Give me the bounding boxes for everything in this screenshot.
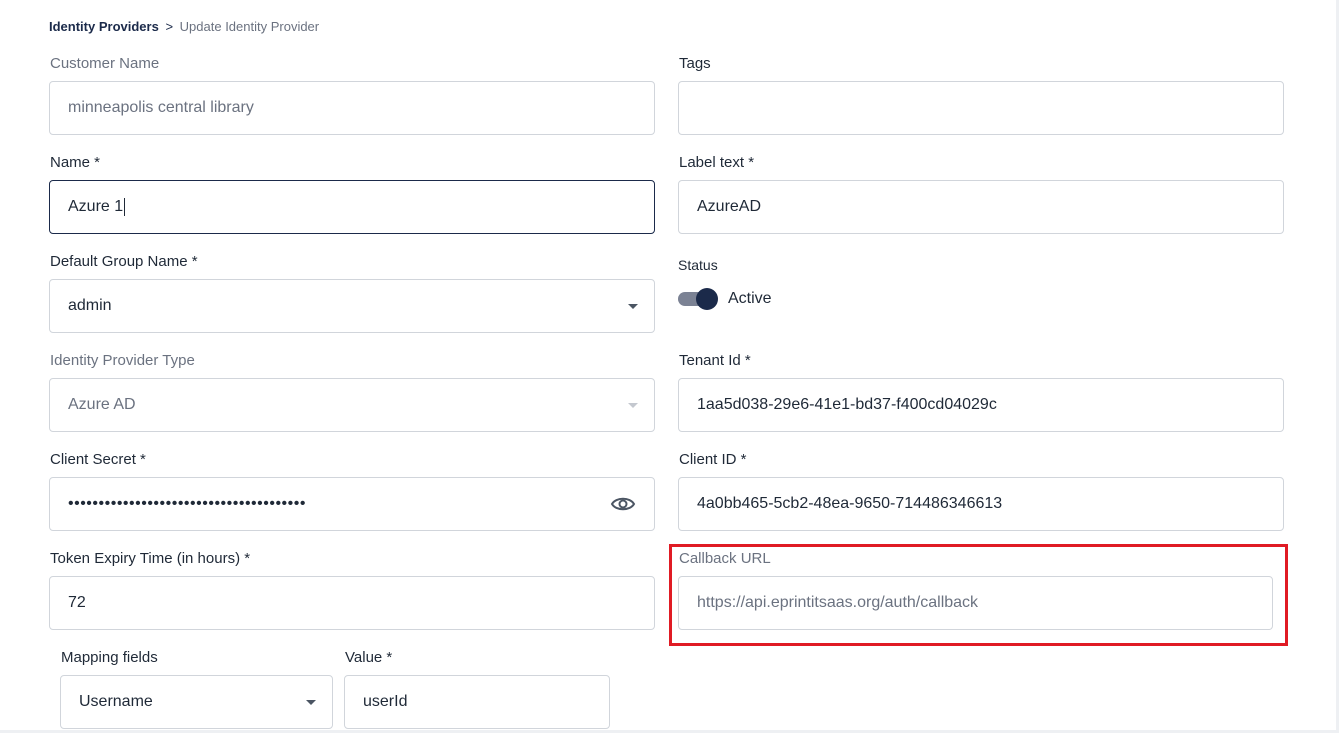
breadcrumb-current: Update Identity Provider (179, 19, 320, 34)
token-expiry-input[interactable]: 72 (49, 576, 655, 630)
label-text-input[interactable]: AzureAD (678, 180, 1284, 234)
status-value: Active (728, 290, 772, 307)
name-label: Name * (50, 154, 101, 171)
chevron-down-icon (306, 699, 316, 705)
customer-name-field: minneapolis central library (49, 81, 655, 135)
mapping-fields-value: Username (79, 693, 153, 710)
name-input[interactable]: Azure 1 (49, 180, 655, 234)
default-group-select[interactable]: admin (49, 279, 655, 333)
chevron-down-icon (628, 303, 638, 309)
name-value: Azure 1 (68, 198, 124, 216)
label-text-label: Label text * (679, 154, 755, 171)
tags-input[interactable] (678, 81, 1284, 135)
customer-name-label: Customer Name (50, 55, 160, 72)
eye-icon[interactable] (610, 495, 636, 513)
client-id-value: 4a0bb465-5cb2-48ea-9650-714486346613 (697, 495, 1003, 512)
tenant-id-value: 1aa5d038-29e6-41e1-bd37-f400cd04029c (697, 396, 997, 413)
client-secret-label: Client Secret * (50, 451, 146, 468)
status-toggle[interactable] (678, 288, 718, 310)
update-identity-provider-page: Identity Providers > Update Identity Pro… (0, 0, 1339, 733)
default-group-label: Default Group Name * (50, 253, 198, 270)
label-text-value: AzureAD (697, 198, 762, 215)
customer-name-value: minneapolis central library (68, 99, 254, 116)
default-group-value: admin (68, 297, 112, 314)
client-secret-value: ••••••••••••••••••••••••••••••••••••••• (68, 495, 306, 512)
token-expiry-value: 72 (68, 594, 86, 611)
client-id-label: Client ID * (679, 451, 747, 468)
tags-label: Tags (679, 55, 711, 72)
status-label: Status (678, 257, 718, 273)
text-caret (124, 197, 126, 216)
breadcrumb-identity-providers-link[interactable]: Identity Providers (49, 19, 159, 34)
eye-icon-svg (610, 497, 636, 511)
tenant-id-input[interactable]: 1aa5d038-29e6-41e1-bd37-f400cd04029c (678, 378, 1284, 432)
idp-type-select: Azure AD (49, 378, 655, 432)
client-secret-input[interactable]: ••••••••••••••••••••••••••••••••••••••• (49, 477, 655, 531)
status-toggle-knob (696, 288, 718, 310)
token-expiry-label: Token Expiry Time (in hours) * (50, 550, 251, 567)
mapping-value-label: Value * (345, 649, 393, 666)
breadcrumb: Identity Providers > Update Identity Pro… (49, 19, 319, 34)
mapping-value-input[interactable]: userId (344, 675, 610, 729)
breadcrumb-separator: > (165, 19, 174, 34)
mapping-fields-select[interactable]: Username (60, 675, 333, 729)
chevron-down-icon (628, 402, 638, 408)
callback-url-highlight-box (669, 544, 1288, 646)
idp-type-label: Identity Provider Type (50, 352, 195, 369)
tenant-id-label: Tenant Id * (679, 352, 751, 369)
mapping-fields-label: Mapping fields (61, 649, 158, 666)
idp-type-value: Azure AD (68, 396, 136, 413)
mapping-value-value: userId (363, 693, 408, 710)
client-id-input[interactable]: 4a0bb465-5cb2-48ea-9650-714486346613 (678, 477, 1284, 531)
